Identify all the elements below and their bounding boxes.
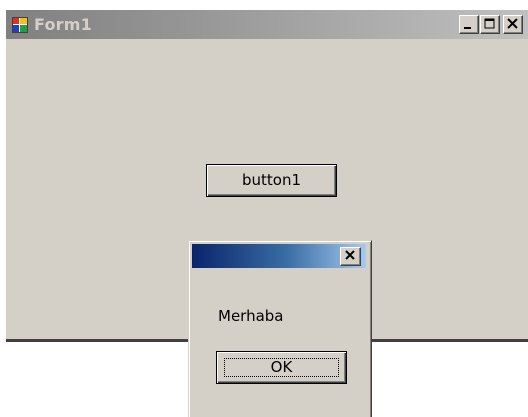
ok-button[interactable]: OK <box>216 351 347 384</box>
message-box-dialog: Merhaba OK <box>188 240 372 417</box>
desktop: Form1 button1 Merhaba OK <box>0 0 528 417</box>
maximize-button[interactable] <box>480 15 500 34</box>
close-button[interactable] <box>503 15 523 34</box>
form-app-icon[interactable] <box>12 17 28 33</box>
ok-button-label: OK <box>270 358 293 376</box>
maximize-icon <box>484 18 495 29</box>
message-box-close-button[interactable] <box>340 247 361 266</box>
minimize-icon <box>464 27 471 29</box>
button1[interactable]: button1 <box>206 164 337 197</box>
message-text: Merhaba <box>218 307 284 325</box>
close-icon <box>507 18 518 29</box>
minimize-button[interactable] <box>459 15 479 34</box>
form1-title: Form1 <box>34 15 92 34</box>
message-box-titlebar[interactable] <box>192 244 366 268</box>
form1-titlebar[interactable]: Form1 <box>6 10 528 39</box>
close-icon <box>345 250 355 260</box>
